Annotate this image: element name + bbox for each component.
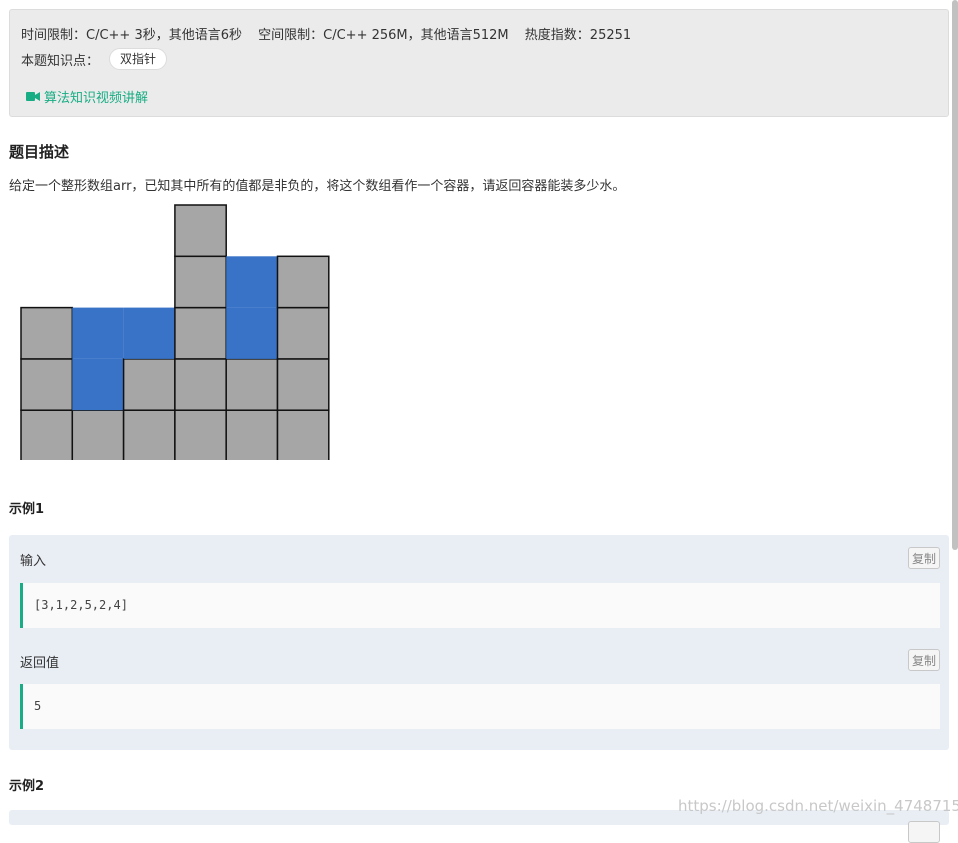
water-cell (72, 358, 124, 411)
video-camera-icon (26, 92, 40, 101)
bar-block-cell (225, 358, 279, 411)
bar-block-cell (174, 255, 227, 309)
water-container-figure (20, 204, 330, 460)
knowledge-line: 本题知识点： 双指针 (21, 48, 168, 70)
bar-block-cell (174, 306, 227, 360)
video-explanation-link[interactable]: 算法知识视频讲解 (26, 87, 148, 106)
water-cell (123, 307, 175, 359)
knowledge-tag-two-pointers[interactable]: 双指针 (109, 48, 168, 70)
bar-block-cell (71, 409, 125, 460)
output-code-box: 5 (20, 684, 940, 729)
watermark: https://blog.csdn.net/weixin_47487155 (678, 797, 958, 815)
knowledge-label: 本题知识点： (21, 53, 100, 69)
bar-block-cell (20, 409, 74, 460)
bar-block-cell (20, 306, 74, 360)
bar-block-cell (276, 255, 330, 309)
problem-info-panel: 时间限制：C/C++ 3秒，其他语言6秒 空间限制：C/C++ 256M，其他语… (9, 9, 949, 117)
section-title-description: 题目描述 (9, 143, 70, 161)
bar-block-cell (276, 306, 330, 360)
time-limit: 时间限制：C/C++ 3秒，其他语言6秒 (21, 28, 242, 43)
bar-block-cell (174, 358, 227, 411)
limits-line: 时间限制：C/C++ 3秒，其他语言6秒 空间限制：C/C++ 256M，其他语… (21, 24, 643, 43)
copy-output-button[interactable]: 复制 (908, 649, 940, 671)
example-2-title: 示例2 (9, 779, 45, 794)
heat-index: 热度指数：25251 (524, 28, 632, 43)
bar-block-cell (276, 358, 330, 411)
input-label: 输入 (20, 554, 47, 569)
problem-description: 给定一个整形数组arr，已知其中所有的值都是非负的，将这个数组看作一个容器，请返… (9, 179, 626, 194)
bar-block-cell (122, 358, 176, 411)
vertical-scrollbar[interactable] (952, 0, 958, 550)
bar-block-cell (225, 409, 279, 460)
video-link-label: 算法知识视频讲解 (44, 91, 149, 106)
water-cell (226, 256, 278, 308)
output-label: 返回值 (20, 656, 60, 671)
water-cell (72, 307, 124, 359)
bar-block-cell (20, 358, 74, 411)
example-1-title: 示例1 (9, 502, 45, 517)
space-limit: 空间限制：C/C++ 256M，其他语言512M (258, 28, 509, 43)
bar-block-cell (122, 409, 176, 460)
bar-block-cell (276, 409, 330, 460)
bar-block-cell (174, 409, 227, 460)
copy-input-button[interactable]: 复制 (908, 547, 940, 569)
input-code-box: [3,1,2,5,2,4] (20, 583, 940, 628)
bar-block-cell (174, 204, 227, 258)
example-1-panel: 输入 复制 [3,1,2,5,2,4] 返回值 复制 5 (9, 535, 949, 750)
water-cell (226, 307, 278, 359)
copy-input-button-2[interactable] (908, 821, 940, 843)
